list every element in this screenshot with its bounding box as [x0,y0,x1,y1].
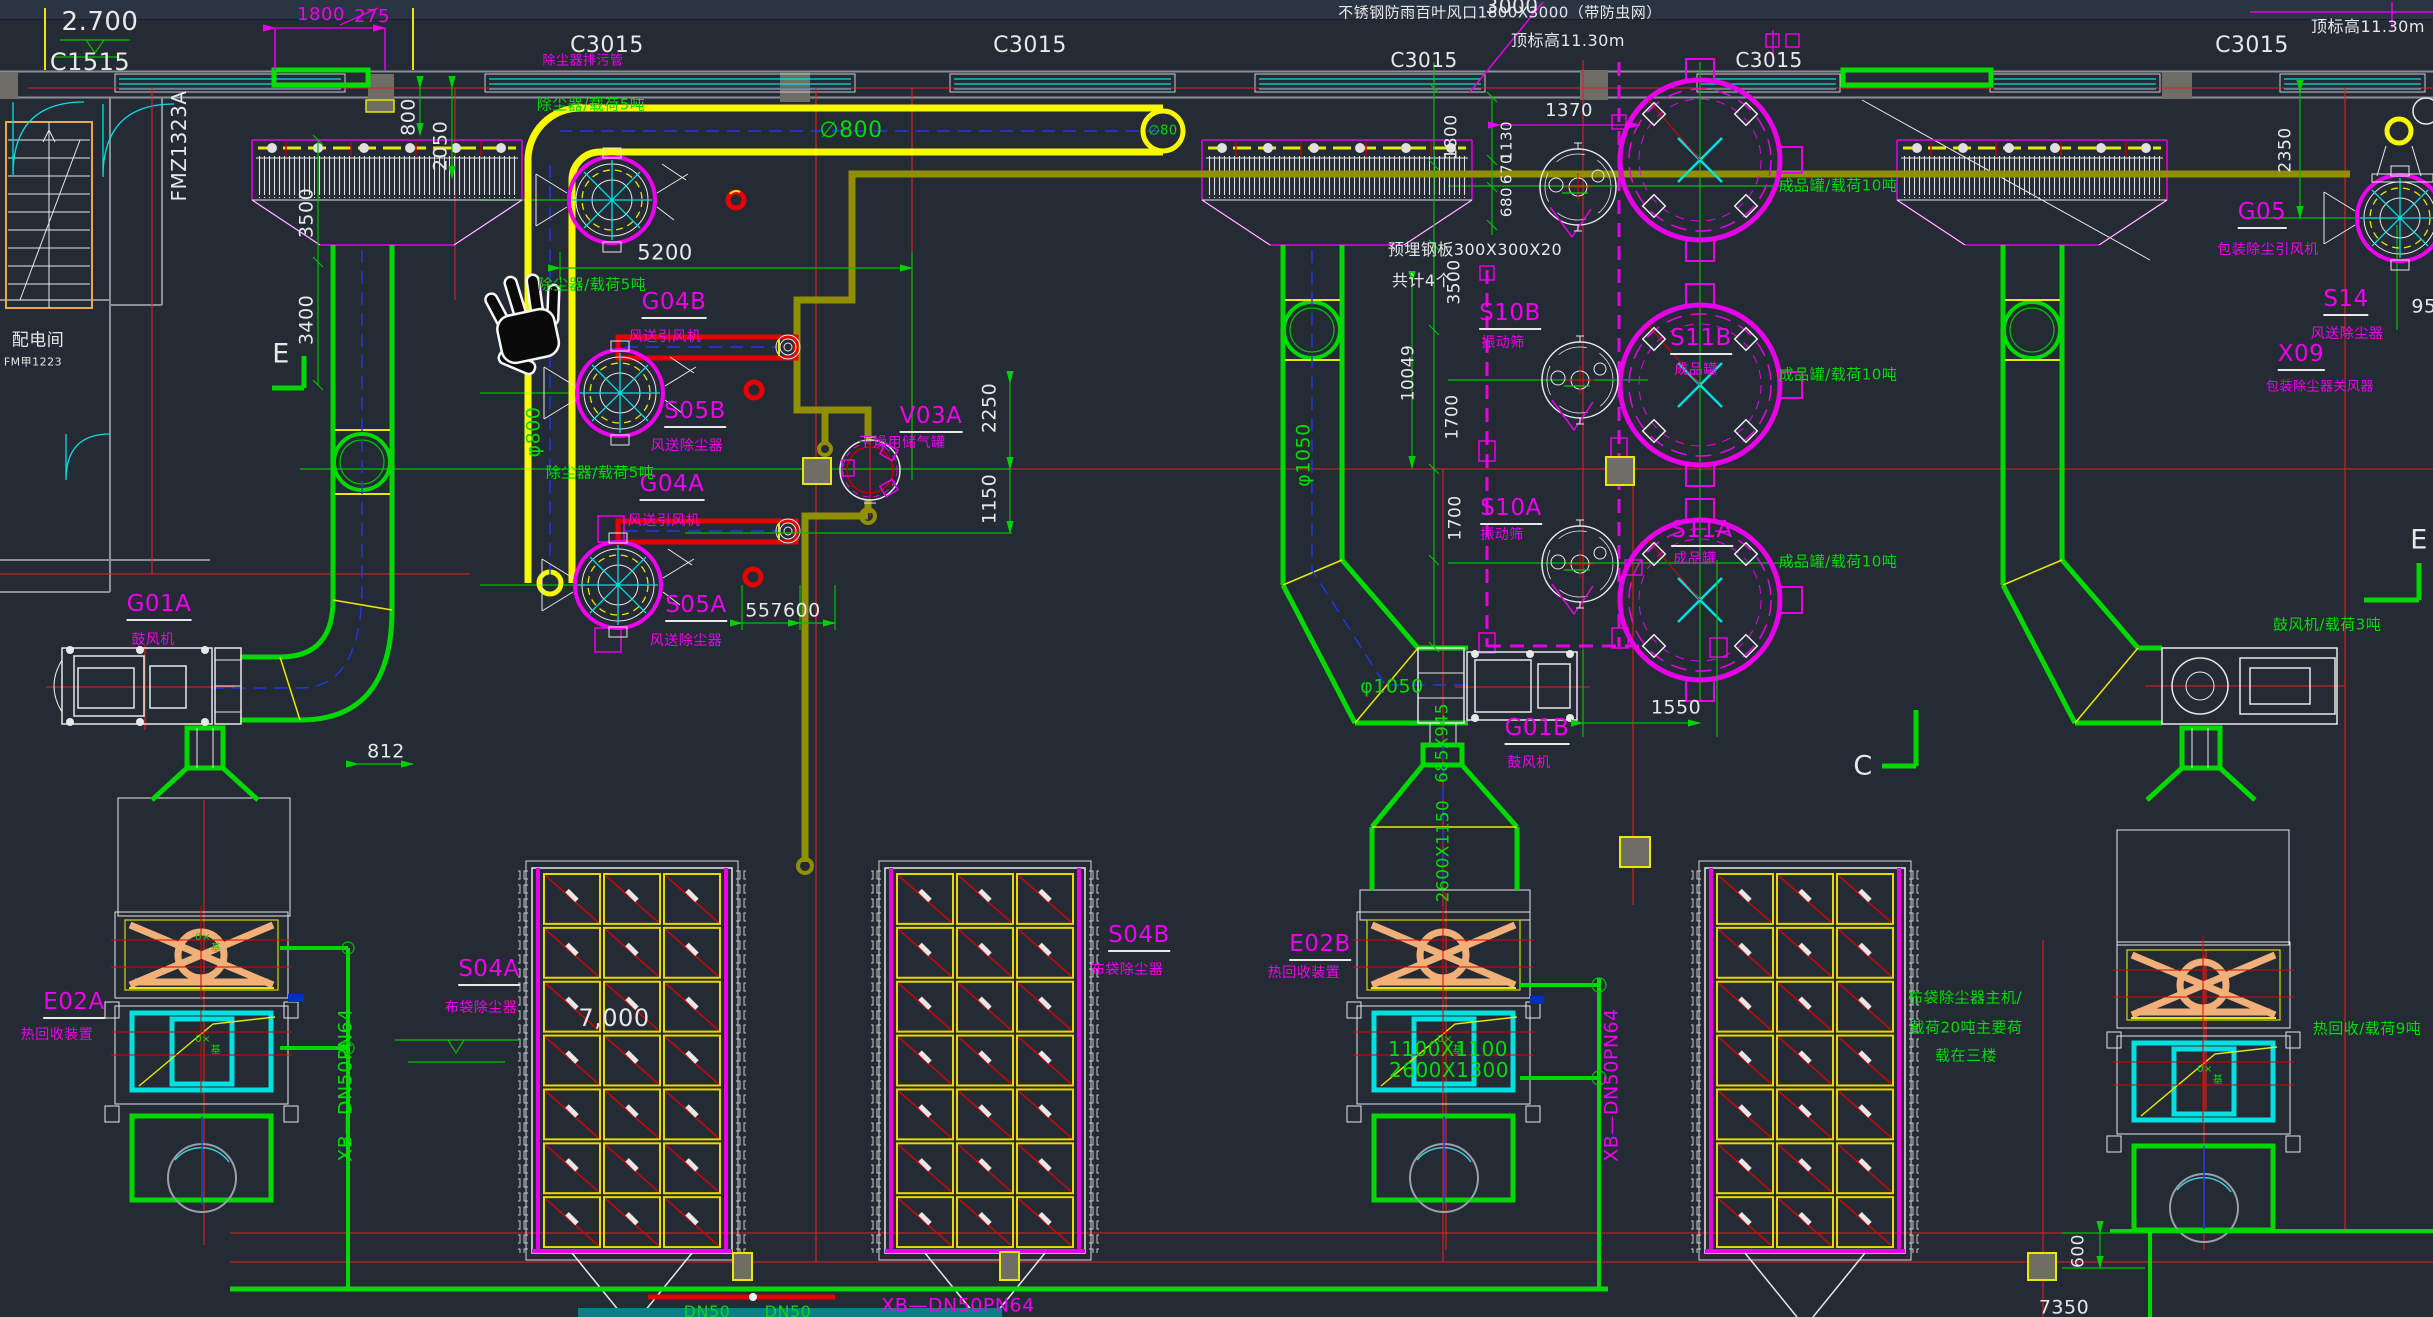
vibrating-sieves [1540,143,1618,614]
drawing-linework [0,0,2433,1317]
top-wall [0,70,2433,112]
section-bracket-e-left [272,356,304,388]
red-nozzle-ducts [595,191,800,652]
grid-lines [0,60,2433,1317]
left-rooms [0,8,413,592]
bag-filter-grids [518,861,1919,1317]
section-bracket-e-right [2364,563,2419,600]
section-bracket-c [1882,710,1916,766]
selected-window [1843,70,1991,85]
window-bands [115,70,2425,92]
cad-canvas[interactable]: 2.700C1515C3015C3015C3015C3015C30153000不… [0,0,2433,1317]
dust-hood-units [252,140,2167,245]
olive-gas-pipe [797,174,2350,873]
blower-machines [54,646,2337,726]
green-ducts [152,245,2255,890]
pan-hand-cursor [480,267,576,383]
selected-window [274,70,368,85]
tower-units [105,798,2300,1242]
